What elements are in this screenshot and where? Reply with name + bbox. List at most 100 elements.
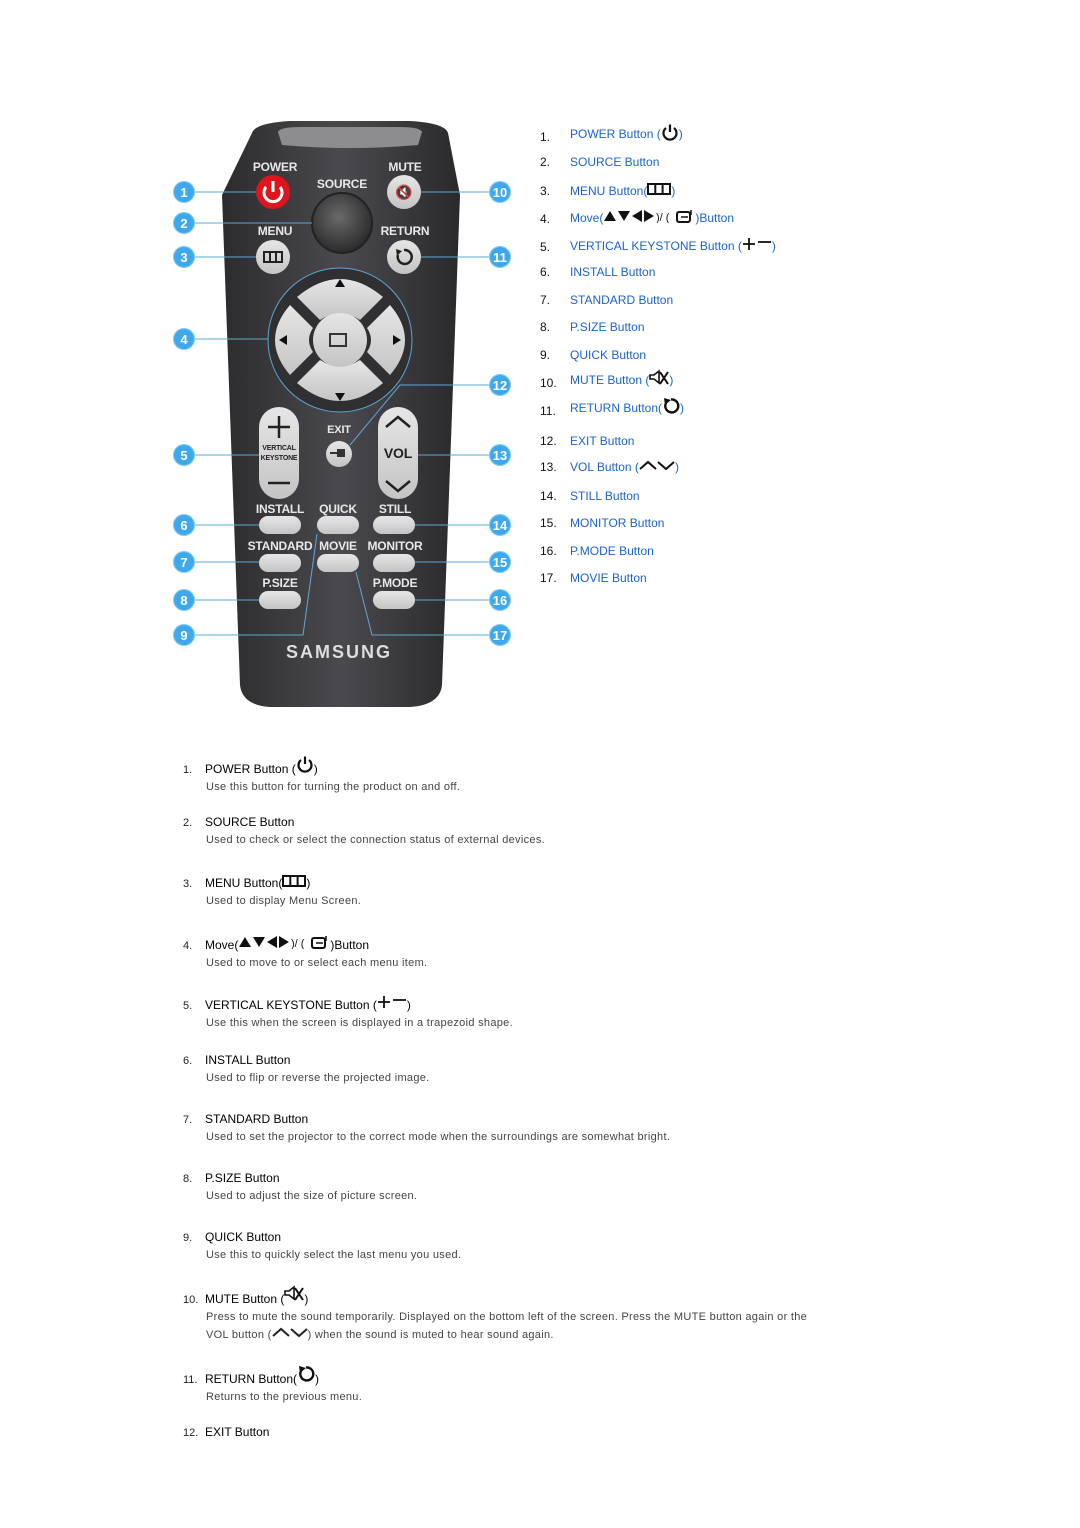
callout-2: 2 [173, 212, 195, 234]
ir-window [278, 127, 422, 148]
description-number: 2. [183, 817, 193, 829]
index-link[interactable]: VERTICAL KEYSTONE Button () [570, 237, 776, 254]
index-link[interactable]: POWER Button () [570, 123, 683, 144]
description-item: 10. MUTE Button () Press to mute the sound… [183, 1285, 823, 1344]
index-link[interactable]: INSTALL Button [570, 265, 655, 279]
description-body-text: ) when the sound is muted to hear sound … [307, 1328, 554, 1341]
index-link[interactable]: MUTE Button () [570, 369, 673, 390]
index-link[interactable]: MOVIE Button [570, 571, 647, 585]
callout-10: 10 [489, 181, 511, 203]
index-link-label: SOURCE Button [570, 155, 660, 169]
return-icon [297, 1365, 315, 1386]
description-title: 5. VERTICAL KEYSTONE Button () [183, 995, 823, 1012]
description-item: 1. POWER Button () Use this button for tur… [183, 755, 823, 796]
description-title: 10. MUTE Button () [183, 1285, 823, 1306]
remote-label-menu: MENU [257, 224, 293, 238]
movie-key [317, 554, 359, 572]
index-link-label: QUICK Button [570, 348, 647, 362]
svg-text:)/ (: )/ ( [291, 938, 305, 949]
arrows-enter-icon: )/ ( [238, 935, 330, 952]
callout-4: 4 [173, 328, 195, 350]
index-link-label: VOL Button ( [570, 459, 639, 474]
description-item: 6. INSTALL Button Used to flip or reverse … [183, 1053, 823, 1087]
index-link[interactable]: STANDARD Button [570, 293, 673, 307]
remote-label-monitor: MONITOR [367, 539, 423, 553]
index-item: 5. VERTICAL KEYSTONE Button () [540, 232, 776, 254]
callout-6: 6 [173, 514, 195, 536]
description-title-text: INSTALL Button [205, 1053, 291, 1067]
index-link[interactable]: SOURCE Button [570, 155, 659, 169]
description-number: 1. [183, 764, 193, 776]
description-body: Used to flip or reverse the projected im… [206, 1072, 430, 1084]
index-number: 16. [540, 544, 557, 558]
power-icon [296, 755, 314, 776]
svg-text:🔇: 🔇 [395, 184, 412, 201]
index-link-label: MENU Button( [570, 183, 648, 198]
index-link[interactable]: P.SIZE Button [570, 320, 645, 334]
mute-icon [284, 1285, 305, 1306]
index-link-label: MOVIE Button [570, 571, 647, 585]
index-link[interactable]: P.MODE Button [570, 544, 654, 558]
index-link-label: VERTICAL KEYSTONE Button ( [570, 238, 742, 253]
index-link[interactable]: MONITOR Button [570, 516, 664, 530]
index-item: 11. RETURN Button() [540, 396, 684, 418]
index-link-suffix: ) [674, 459, 679, 474]
index-link-label: INSTALL Button [570, 265, 656, 279]
index-number: 3. [540, 184, 551, 198]
callout-13: 13 [489, 444, 511, 466]
remote-label-pmode: P.MODE [372, 576, 418, 590]
description-title-text: Move( [205, 938, 239, 952]
install-key [259, 516, 301, 534]
index-link-label: STANDARD Button [570, 293, 674, 307]
index-link[interactable]: EXIT Button [570, 434, 634, 448]
index-link[interactable]: STILL Button [570, 489, 640, 503]
index-link[interactable]: QUICK Button [570, 348, 646, 362]
description-item: 7. STANDARD Button Used to set the project… [183, 1112, 823, 1146]
index-item: 12. EXIT Button [540, 426, 634, 448]
description-title-text: QUICK Button [205, 1230, 282, 1244]
remote-label-install: INSTALL [255, 502, 305, 516]
description-title-text: P.SIZE Button [205, 1171, 280, 1185]
return-icon [662, 397, 680, 418]
quick-key [317, 516, 359, 534]
description-body: Use this button for turning the product … [206, 781, 461, 793]
index-link[interactable]: MENU Button() [570, 183, 675, 198]
vol-icon [271, 1326, 308, 1344]
menu-icon [282, 875, 307, 890]
menu-key [256, 240, 290, 274]
description-title-text: MENU Button( [205, 876, 283, 890]
callout-5: 5 [173, 444, 195, 466]
monitor-key [373, 554, 415, 572]
description-item: 5. VERTICAL KEYSTONE Button () Use this wh… [183, 995, 823, 1032]
callout-14: 14 [489, 514, 511, 536]
arrows-enter-icon: )/ ( [603, 209, 695, 226]
index-number: 4. [540, 212, 551, 226]
callout-16: 16 [489, 589, 511, 611]
description-body: Use this when the screen is displayed in… [206, 1017, 513, 1029]
index-item: 13. VOL Button () [540, 452, 679, 475]
power-icon [661, 123, 679, 144]
index-number: 10. [540, 376, 557, 390]
index-link-label: RETURN Button( [570, 400, 663, 415]
index-item: 17. MOVIE Button [540, 563, 647, 585]
description-title: 4. Move()/ ()Button [183, 935, 823, 952]
index-link[interactable]: RETURN Button() [570, 397, 684, 418]
index-link-suffix: ) [678, 126, 683, 141]
svg-text:)/ (: )/ ( [656, 212, 670, 223]
description-body: Used to display Menu Screen. [206, 895, 362, 907]
index-link-label: POWER Button ( [570, 126, 661, 141]
source-key [311, 192, 373, 254]
index-link[interactable]: VOL Button () [570, 459, 679, 474]
description-title: 11. RETURN Button() [183, 1365, 823, 1386]
callout-3: 3 [173, 246, 195, 268]
remote-label-movie: MOVIE [319, 539, 357, 553]
index-item: 7. STANDARD Button [540, 285, 673, 307]
description-title: 6. INSTALL Button [183, 1053, 823, 1067]
index-item: 10. MUTE Button () [540, 368, 673, 390]
description-number: 4. [183, 940, 193, 952]
description-body: Used to set the projector to the correct… [206, 1131, 671, 1143]
remote-label-psize: P.SIZE [262, 576, 298, 590]
index-link[interactable]: Move()/ ()Button [570, 209, 734, 226]
remote-label-source: SOURCE [316, 177, 368, 191]
callout-15: 15 [489, 551, 511, 573]
